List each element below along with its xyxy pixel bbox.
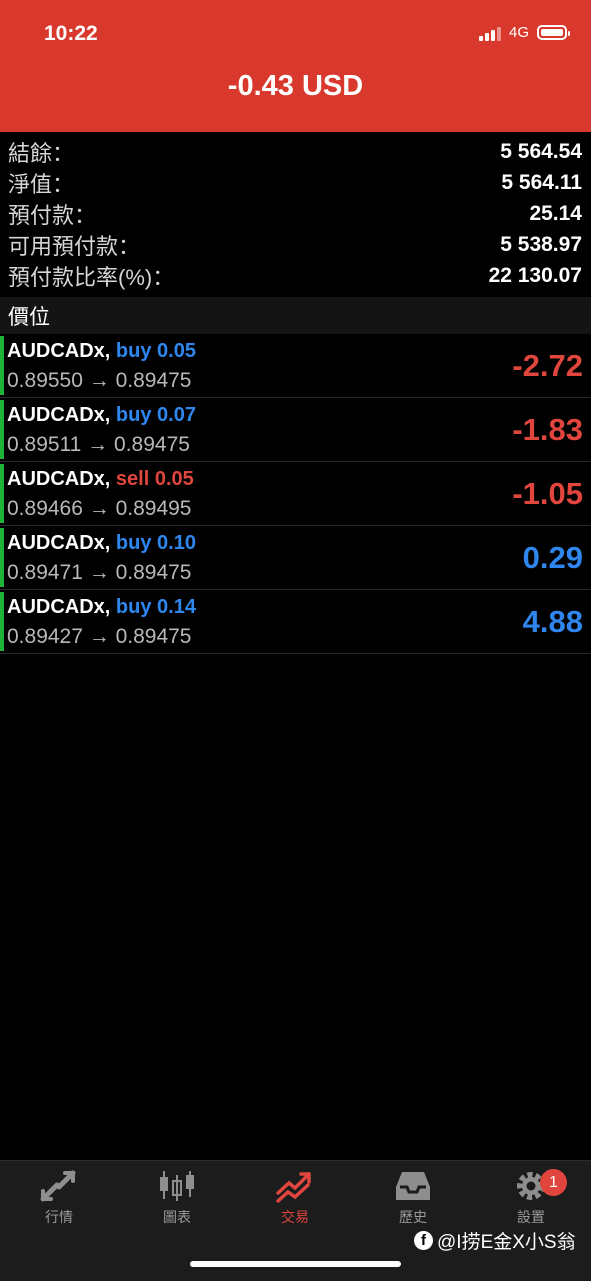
position-volume: 0.05 [154,468,194,490]
battery-icon [537,25,570,40]
tab-label: 設置 [517,1209,545,1225]
position-symbol: AUDCADx, [7,468,111,490]
positions-section-title: 價位 [8,305,50,329]
tab-quotes[interactable]: 行情 [0,1169,118,1227]
watermark-text: @I捞E金X小S翁 [437,1232,576,1253]
position-volume: 0.07 [157,404,196,426]
summary-value: 25.14 [529,201,582,225]
summary-label: 預付款比率(%)： [8,264,175,290]
status-time: 10:22 [44,22,98,45]
tab-settings[interactable]: 設置 [472,1169,590,1227]
position-side: buy [115,596,152,618]
position-title: AUDCADx, buy 0.14 [7,596,196,619]
tab-label: 行情 [45,1209,73,1225]
tab-chart[interactable]: 圖表 [118,1169,236,1227]
summary-label: 結餘： [8,140,75,166]
summary-row-free-margin: 可用預付款： 5 538.97 [0,229,591,260]
position-volume: 0.10 [157,532,196,554]
summary-row-margin-level: 預付款比率(%)： 22 130.07 [0,260,591,291]
summary-row-equity: 淨值： 5 564.11 [0,167,591,198]
position-symbol: AUDCADx, [7,340,111,362]
summary-row-balance: 結餘： 5 564.54 [0,136,591,167]
position-prices: 0.89471 → 0.89475 [7,561,192,584]
position-symbol: AUDCADx, [7,596,111,618]
position-symbol: AUDCADx, [7,532,111,554]
position-title: AUDCADx, sell 0.05 [7,468,194,491]
history-inbox-icon [396,1172,430,1200]
positions-section-header: 價位 [0,297,591,334]
tab-history[interactable]: 歷史 [354,1169,472,1227]
position-title: AUDCADx, buy 0.07 [7,404,196,427]
position-volume: 0.05 [157,340,196,362]
tab-trade[interactable]: 交易 [236,1169,354,1227]
settings-notification-badge: 1 [540,1169,567,1196]
summary-label: 可用預付款： [8,233,141,259]
tab-label: 交易 [281,1209,309,1225]
summary-value: 22 130.07 [488,263,582,287]
app-header: 10:22 4G -0.43 USD [0,0,591,132]
position-symbol: AUDCADx, [7,404,111,426]
position-title: AUDCADx, buy 0.10 [7,532,196,555]
position-row[interactable]: AUDCADx, buy 0.07 0.89511 → 0.89475 -1.8… [0,398,591,462]
position-volume: 0.14 [157,596,196,618]
summary-value: 5 538.97 [500,232,582,256]
position-profit: -1.05 [512,476,583,511]
position-row[interactable]: AUDCADx, sell 0.05 0.89466 → 0.89495 -1.… [0,462,591,526]
position-row[interactable]: AUDCADx, buy 0.14 0.89427 → 0.89475 4.88 [0,590,591,654]
home-indicator[interactable] [190,1261,401,1267]
summary-label: 淨值： [8,171,75,197]
position-profit: 4.88 [522,604,583,639]
facebook-icon: f [414,1231,433,1250]
summary-row-margin: 預付款： 25.14 [0,198,591,229]
position-profit: -2.72 [512,348,583,383]
position-profit: -1.83 [512,412,583,447]
cellular-signal-icon [478,25,501,41]
position-title: AUDCADx, buy 0.05 [7,340,196,363]
position-row[interactable]: AUDCADx, buy 0.10 0.89471 → 0.89475 0.29 [0,526,591,590]
summary-value: 5 564.11 [501,170,582,194]
position-prices: 0.89427 → 0.89475 [7,625,192,648]
summary-label: 預付款： [8,202,97,228]
floating-profit-title: -0.43 USD [227,70,364,102]
watermark: f @I捞E金X小S翁 [414,1227,576,1254]
position-side: buy [115,532,152,554]
trade-trend-icon [276,1172,311,1203]
position-profit: 0.29 [522,540,583,575]
positions-list: AUDCADx, buy 0.05 0.89550 → 0.89475 -2.7… [0,334,591,654]
tab-label: 歷史 [399,1209,427,1225]
status-indicators: 4G [478,24,570,41]
tab-label: 圖表 [163,1209,191,1225]
candlestick-chart-icon [160,1171,194,1201]
network-type: 4G [508,24,529,41]
position-prices: 0.89550 → 0.89475 [7,369,192,392]
position-side: sell [115,468,150,490]
position-row[interactable]: AUDCADx, buy 0.05 0.89550 → 0.89475 -2.7… [0,334,591,398]
position-prices: 0.89511 → 0.89475 [7,433,190,456]
position-side: buy [115,340,152,362]
position-side: buy [115,404,152,426]
quotes-arrows-icon [40,1170,76,1202]
summary-value: 5 564.54 [500,139,582,163]
position-prices: 0.89466 → 0.89495 [7,497,192,520]
account-summary: 結餘： 5 564.54 淨值： 5 564.11 預付款： 25.14 可用預… [0,136,591,291]
